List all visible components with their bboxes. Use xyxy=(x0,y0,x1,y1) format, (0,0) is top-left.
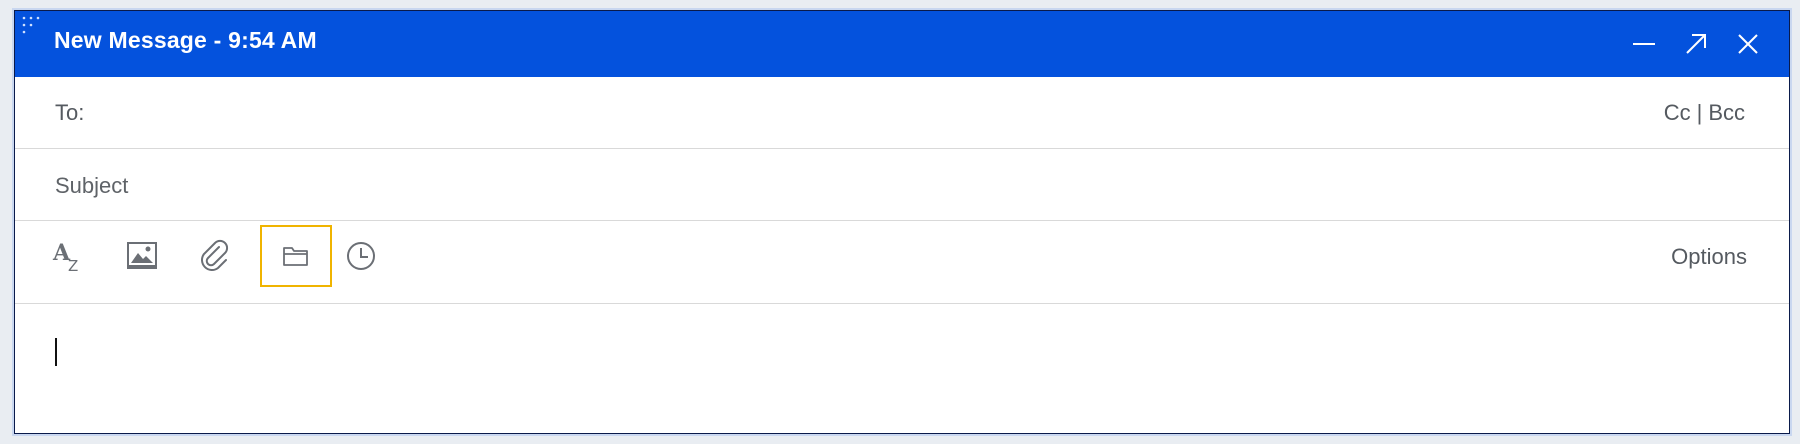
insert-image-icon xyxy=(127,242,157,269)
subject-input[interactable] xyxy=(53,163,1749,209)
bcc-link[interactable]: Bcc xyxy=(1708,100,1745,126)
schedule-send-button[interactable] xyxy=(325,225,397,287)
attach-from-folder-button[interactable] xyxy=(260,225,332,287)
folder-icon xyxy=(283,247,308,266)
cc-bcc-separator: | xyxy=(1696,99,1703,125)
expand-button[interactable] xyxy=(1677,25,1715,63)
close-icon xyxy=(1738,34,1758,54)
options-button[interactable]: Options xyxy=(1671,221,1747,293)
to-input[interactable] xyxy=(105,91,1639,137)
text-format-icon: A Z xyxy=(52,240,78,274)
close-button[interactable] xyxy=(1729,25,1767,63)
title-bar[interactable]: New Message - 9:54 AM xyxy=(15,11,1789,77)
text-cursor xyxy=(55,338,57,366)
message-body-editor[interactable] xyxy=(53,324,1749,423)
to-row: To: Cc | Bcc xyxy=(15,77,1789,149)
paperclip-icon xyxy=(201,239,229,271)
cc-link[interactable]: Cc xyxy=(1664,100,1691,126)
text-format-button[interactable]: A Z xyxy=(33,225,105,287)
attach-file-button[interactable] xyxy=(179,225,251,287)
subject-row xyxy=(15,149,1789,221)
insert-image-button[interactable] xyxy=(106,225,178,287)
svg-text:Z: Z xyxy=(68,257,78,274)
to-label: To: xyxy=(55,99,85,125)
drag-handle-icon[interactable] xyxy=(21,15,43,37)
minimize-icon xyxy=(1633,43,1655,45)
cc-bcc-links: Cc | Bcc xyxy=(1664,77,1745,148)
compose-window: New Message - 9:54 AM To: Cc | Bcc Subje… xyxy=(14,10,1790,434)
window-title: New Message - 9:54 AM xyxy=(54,27,317,53)
formatting-toolbar: A Z Options xyxy=(15,221,1789,304)
minimize-button[interactable] xyxy=(1625,25,1663,63)
clock-icon xyxy=(347,242,375,270)
message-body-row xyxy=(15,304,1789,433)
expand-icon xyxy=(1686,34,1706,54)
